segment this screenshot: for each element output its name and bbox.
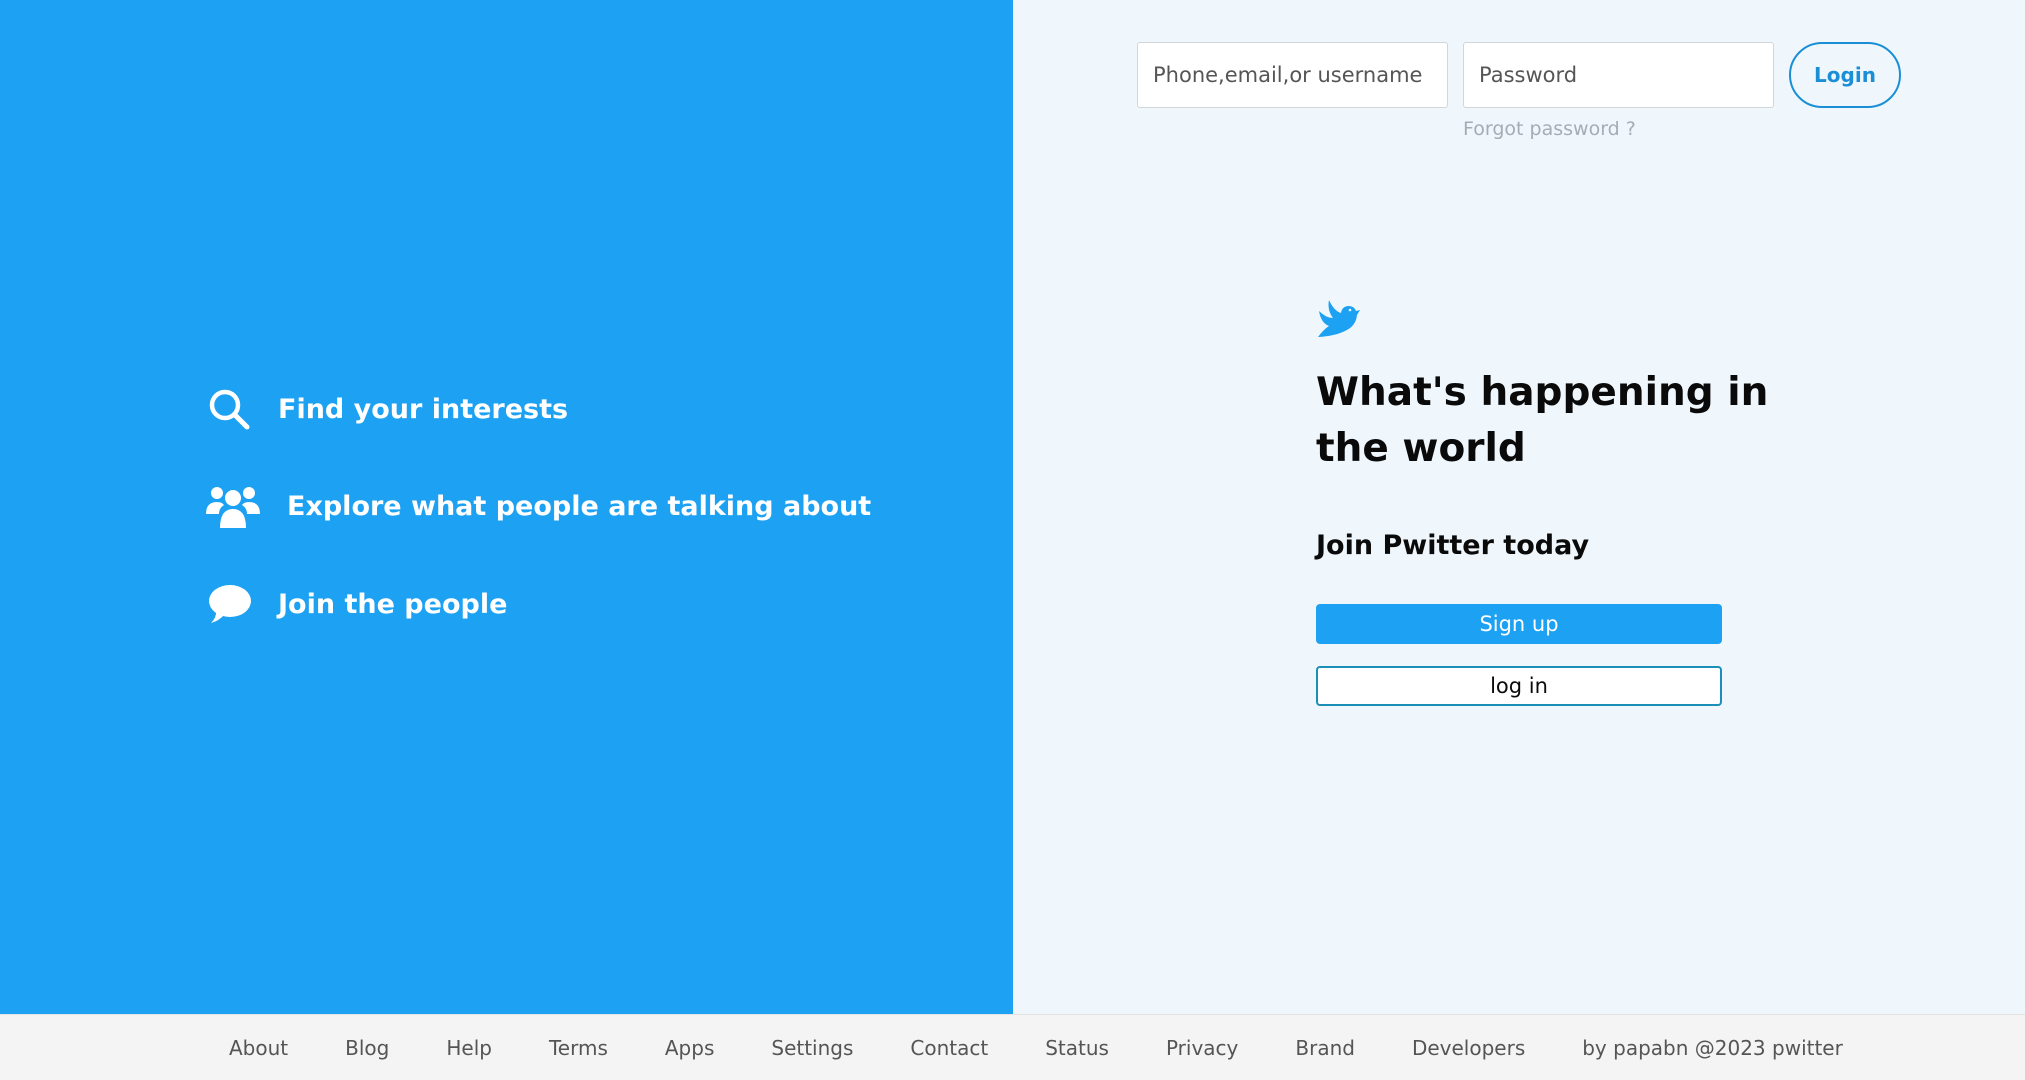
footer-link-settings[interactable]: Settings <box>771 1036 853 1060</box>
bird-icon <box>1316 296 1360 340</box>
chat-bubble-icon <box>205 580 253 628</box>
sign-up-button[interactable]: Sign up <box>1316 604 1722 644</box>
log-in-button[interactable]: log in <box>1316 666 1722 706</box>
footer-link-about[interactable]: About <box>229 1036 288 1060</box>
footer-credit: by papabn @2023 pwitter <box>1582 1035 1843 1060</box>
footer-link-privacy[interactable]: Privacy <box>1166 1036 1238 1060</box>
people-icon <box>205 482 261 530</box>
footer-link-contact[interactable]: Contact <box>910 1036 988 1060</box>
feature-join: Join the people <box>205 580 507 628</box>
footer-link-terms[interactable]: Terms <box>549 1036 608 1060</box>
feature-label: Find your interests <box>278 393 569 425</box>
footer-link-help[interactable]: Help <box>446 1036 492 1060</box>
forgot-password-link[interactable]: Forgot password ? <box>1463 118 1636 140</box>
feature-label: Join the people <box>278 588 508 620</box>
username-input[interactable] <box>1137 42 1448 108</box>
footer-link-blog[interactable]: Blog <box>345 1036 389 1060</box>
left-feature-panel: Find your interests Explore what people … <box>0 0 1013 1014</box>
password-input[interactable] <box>1463 42 1774 108</box>
feature-label: Explore what people are talking about <box>287 490 872 522</box>
footer-link-status[interactable]: Status <box>1045 1036 1109 1060</box>
right-signup-panel <box>1013 0 2025 1014</box>
footer-link-developers[interactable]: Developers <box>1412 1036 1525 1060</box>
login-button[interactable]: Login <box>1789 42 1901 108</box>
footer-link-brand[interactable]: Brand <box>1295 1036 1355 1060</box>
page: Find your interests Explore what people … <box>0 0 2025 1080</box>
feature-find-interests: Find your interests <box>205 385 568 433</box>
page-title: What's happening in the world <box>1316 370 1769 471</box>
footer: About Blog Help Terms Apps Settings Cont… <box>0 1014 2025 1080</box>
join-subheading: Join Pwitter today <box>1316 530 1590 561</box>
search-icon <box>205 385 253 433</box>
footer-link-apps[interactable]: Apps <box>665 1036 715 1060</box>
feature-explore: Explore what people are talking about <box>205 482 871 530</box>
